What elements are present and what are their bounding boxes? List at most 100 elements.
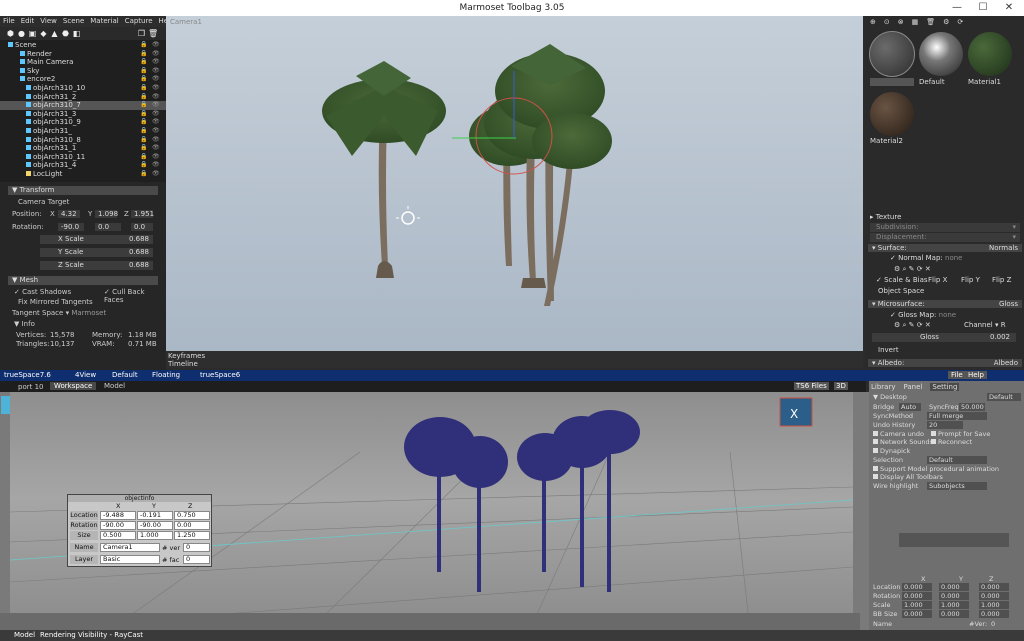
lock-icon[interactable]: 🔒 bbox=[140, 50, 147, 59]
lock-icon[interactable]: 🔒 bbox=[140, 127, 147, 136]
remove-material-icon[interactable]: ⊗ bbox=[898, 18, 904, 28]
lock-icon[interactable]: 🔒 bbox=[140, 118, 147, 127]
scene-tree-item[interactable]: objArch310_8 🔒 👁 bbox=[0, 136, 166, 145]
surface-header[interactable]: ▾ Surface: Normals bbox=[868, 244, 1022, 252]
tab-4view[interactable]: 4View bbox=[75, 371, 96, 379]
eye-icon[interactable]: 👁 bbox=[152, 41, 160, 50]
scene-tree-item[interactable]: Scene 🔒 👁 bbox=[0, 41, 166, 50]
lock-icon[interactable]: 🔒 bbox=[140, 84, 147, 93]
rp2-location-z[interactable]: 0.000 bbox=[979, 583, 1009, 591]
palm-tree-1[interactable] bbox=[322, 61, 446, 278]
menu-view[interactable]: View bbox=[37, 16, 60, 27]
object-space-checkbox[interactable]: Object Space bbox=[870, 287, 1020, 296]
position-z-field[interactable]: 1.951 bbox=[131, 210, 154, 218]
x-scale-field[interactable]: X Scale 0.688 bbox=[40, 235, 153, 244]
scene-tree-item[interactable]: Render 🔒 👁 bbox=[0, 50, 166, 59]
refresh-icon[interactable]: ⟳ bbox=[957, 18, 963, 28]
grid-icon[interactable]: ▦ bbox=[912, 18, 919, 28]
tab-workspace[interactable]: Workspace bbox=[50, 382, 97, 390]
scene-tree-item[interactable]: objArch310_9 🔒 👁 bbox=[0, 118, 166, 127]
eye-icon[interactable]: 👁 bbox=[152, 118, 160, 127]
timeline-label[interactable]: Timeline bbox=[168, 360, 198, 368]
rp2-location-x[interactable]: 0.000 bbox=[902, 583, 932, 591]
add-object-icon[interactable]: ⬢ bbox=[6, 29, 15, 38]
size-x[interactable]: 0.500 bbox=[100, 531, 136, 540]
size-z[interactable]: 1.250 bbox=[174, 531, 210, 540]
menu-file[interactable]: File bbox=[0, 16, 18, 27]
bridge-dropdown[interactable]: Auto bbox=[899, 403, 921, 411]
eye-icon[interactable]: 👁 bbox=[152, 136, 160, 145]
eye-icon[interactable]: 👁 bbox=[152, 93, 160, 102]
menu-edit[interactable]: Edit bbox=[18, 16, 38, 27]
scene-tree-item[interactable]: objArch31_2 🔒 👁 bbox=[0, 93, 166, 102]
close-button[interactable]: ✕ bbox=[996, 0, 1022, 16]
support-procedural-checkbox[interactable]: Support Model procedural animation bbox=[873, 465, 999, 473]
y-scale-field[interactable]: Y Scale 0.688 bbox=[40, 248, 153, 257]
tab-library[interactable]: Library bbox=[871, 383, 895, 391]
material-swatch-material2[interactable] bbox=[870, 92, 914, 136]
selection-dropdown[interactable]: Default bbox=[927, 456, 987, 464]
rp2-rotation-x[interactable]: 0.000 bbox=[902, 592, 932, 600]
ts6-files-button[interactable]: TS6 Files bbox=[794, 382, 829, 390]
rp2-location-y[interactable]: 0.000 bbox=[939, 583, 969, 591]
eye-icon[interactable]: 👁 bbox=[152, 50, 160, 59]
gloss-slider[interactable]: Gloss 0.002 bbox=[872, 333, 1016, 342]
syncmethod-dropdown[interactable]: Full merge bbox=[927, 412, 987, 420]
3d-mode-button[interactable]: 3D bbox=[834, 382, 848, 390]
menu-material[interactable]: Material bbox=[87, 16, 121, 27]
lock-icon[interactable]: 🔒 bbox=[140, 170, 147, 179]
position-x-field[interactable]: 4.32 bbox=[58, 210, 80, 218]
cull-back-faces-checkbox[interactable]: ✓ Cull Back Faces bbox=[104, 288, 166, 304]
size-y[interactable]: 1.000 bbox=[137, 531, 173, 540]
lock-icon[interactable]: 🔒 bbox=[140, 136, 147, 145]
rotation-x-field[interactable]: -90.0 bbox=[58, 223, 84, 231]
position-y-field[interactable]: 1.098 bbox=[95, 210, 118, 218]
rp2-scale-x[interactable]: 1.000 bbox=[902, 601, 932, 609]
eye-icon[interactable]: 👁 bbox=[152, 101, 160, 110]
rp2-bbsize-y[interactable]: 0.000 bbox=[939, 610, 969, 618]
material-swatch-selected[interactable] bbox=[869, 31, 915, 77]
scene-tree-item[interactable]: objArch310_7 🔒 👁 bbox=[0, 101, 166, 110]
dynapick-checkbox[interactable]: Dynapick bbox=[873, 447, 910, 455]
eye-icon[interactable]: 👁 bbox=[152, 153, 160, 162]
lock-icon[interactable]: 🔒 bbox=[140, 93, 147, 102]
eye-icon[interactable]: 👁 bbox=[152, 144, 160, 153]
reconnect-checkbox[interactable]: Reconnect bbox=[931, 438, 972, 446]
desktop-label[interactable]: ▼ Desktop bbox=[873, 393, 907, 401]
location-z[interactable]: 0.750 bbox=[174, 511, 210, 520]
rotation-x[interactable]: -90.00 bbox=[100, 521, 136, 530]
duplicate-icon[interactable]: ❐ bbox=[137, 29, 146, 38]
add-material-icon[interactable]: ⊕ bbox=[870, 18, 876, 28]
menu-capture[interactable]: Capture bbox=[122, 16, 156, 27]
material-swatch-default[interactable] bbox=[919, 32, 963, 76]
light-bulb-icon[interactable] bbox=[396, 206, 420, 225]
material-swatch-material1[interactable] bbox=[968, 32, 1012, 76]
tab-truespace6[interactable]: trueSpace6 bbox=[200, 371, 240, 379]
syncfreq-field[interactable]: 50.000 bbox=[959, 403, 985, 411]
mesh-header[interactable]: ▼ Mesh bbox=[8, 276, 158, 285]
flip-x-checkbox[interactable]: Flip X bbox=[928, 276, 948, 285]
layer-field[interactable]: Basic bbox=[100, 555, 160, 564]
rp2-scale-y[interactable]: 1.000 bbox=[939, 601, 969, 609]
trash-icon[interactable]: 🗑 bbox=[926, 18, 935, 28]
ts-help-menu[interactable]: Help bbox=[965, 371, 987, 379]
albedo-header[interactable]: ▾ Albedo: Albedo bbox=[868, 359, 1022, 367]
invert-checkbox[interactable]: Invert bbox=[870, 346, 1020, 355]
display-toolbars-checkbox[interactable]: Display All Toolbars bbox=[873, 473, 943, 481]
z-scale-field[interactable]: Z Scale 0.688 bbox=[40, 261, 153, 270]
scene-tree-item[interactable]: encore2 🔒 👁 bbox=[0, 75, 166, 84]
object-info-panel[interactable]: objectInfo X Y Z Location -9.488 -0.191 … bbox=[67, 494, 212, 567]
flip-y-checkbox[interactable]: Flip Y bbox=[961, 276, 981, 285]
marmoset-viewport[interactable]: Camera1 bbox=[166, 16, 863, 351]
light-icon[interactable]: ● bbox=[17, 29, 26, 38]
normal-map-row[interactable]: ✓ Normal Map: none bbox=[870, 254, 1020, 263]
name-field[interactable]: Camera1 bbox=[100, 543, 160, 552]
scene-tree-item[interactable]: LocLight 🔒 👁 bbox=[0, 170, 166, 179]
eye-icon[interactable]: 👁 bbox=[152, 58, 160, 67]
subdivision-row[interactable]: Subdivision: ▾ bbox=[870, 223, 1020, 232]
fix-mirrored-tangents-checkbox[interactable]: Fix Mirrored Tangents bbox=[18, 298, 93, 306]
eye-icon[interactable]: 👁 bbox=[152, 84, 160, 93]
menu-scene[interactable]: Scene bbox=[60, 16, 87, 27]
location-x[interactable]: -9.488 bbox=[100, 511, 136, 520]
keyframes-label[interactable]: Keyframes bbox=[168, 352, 205, 360]
